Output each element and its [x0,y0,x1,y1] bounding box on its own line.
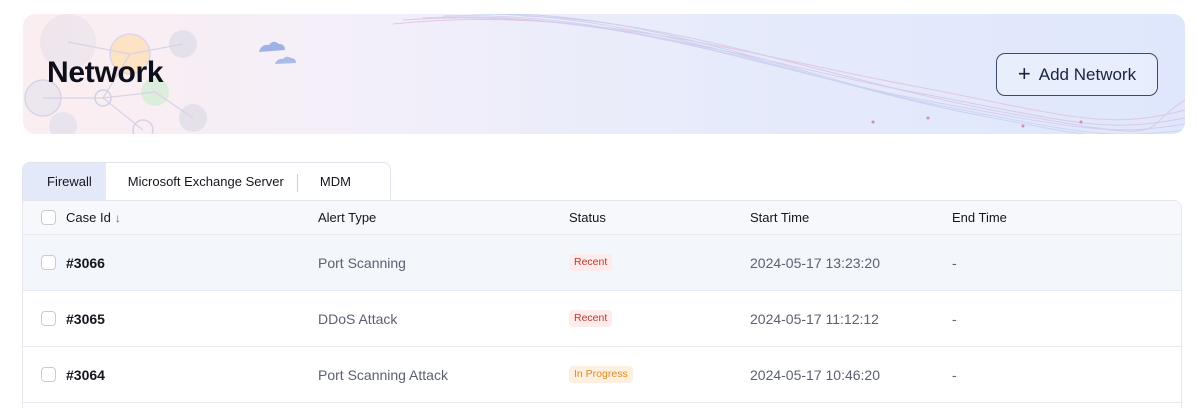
row-checkbox[interactable] [41,255,56,270]
tab-bar: Firewall Microsoft Exchange Server MDM [22,162,391,200]
add-network-button-label: Add Network [1038,64,1137,84]
status-badge: In Progress [569,366,633,383]
row-checkbox[interactable] [41,367,56,382]
end-time: - [952,310,957,327]
page-title: Network [47,56,164,89]
end-time: - [952,254,957,271]
table-row[interactable]: #3066 Port Scanning Recent 2024-05-17 13… [23,235,1181,291]
tab-microsoft-exchange-server[interactable]: Microsoft Exchange Server [106,163,298,200]
case-id: #3066 [66,254,105,271]
table-row[interactable]: #3064 Port Scanning Attack In Progress 2… [23,347,1181,403]
case-id: #3065 [66,310,105,327]
column-header-alert-type: Alert Type [318,210,377,225]
alert-type: DDoS Attack [318,310,398,327]
column-header-status: Status [569,210,606,225]
start-time: 2024-05-17 11:12:12 [750,310,879,327]
end-time: - [952,366,957,383]
alerts-table: Case Id ↓ Alert Type Status Start Time E… [22,200,1182,408]
table-header-row: Case Id ↓ Alert Type Status Start Time E… [23,201,1181,235]
tab-firewall[interactable]: Firewall [23,163,106,200]
row-checkbox[interactable] [41,311,56,326]
page-banner: Network + Add Network [23,14,1185,134]
arrow-down-icon: ↓ [114,210,121,225]
table-row[interactable]: #3065 DDoS Attack Recent 2024-05-17 11:1… [23,291,1181,347]
alert-type: Port Scanning [318,254,406,271]
start-time: 2024-05-17 13:23:20 [750,254,880,271]
status-badge: Recent [569,254,613,271]
alert-type: Port Scanning Attack [318,366,448,383]
start-time: 2024-05-17 10:46:20 [750,366,880,383]
tab-mdm[interactable]: MDM [298,163,371,200]
status-badge: Recent [569,310,613,327]
select-all-checkbox[interactable] [41,210,56,225]
column-header-end-time: End Time [952,210,1007,225]
case-id: #3064 [66,366,105,383]
column-header-start-time: Start Time [750,210,810,225]
plus-icon: + [1017,60,1031,86]
column-header-case-id[interactable]: Case Id ↓ [66,201,121,234]
column-header-case-id-label: Case Id [66,210,111,225]
add-network-button[interactable]: + Add Network [996,53,1158,96]
